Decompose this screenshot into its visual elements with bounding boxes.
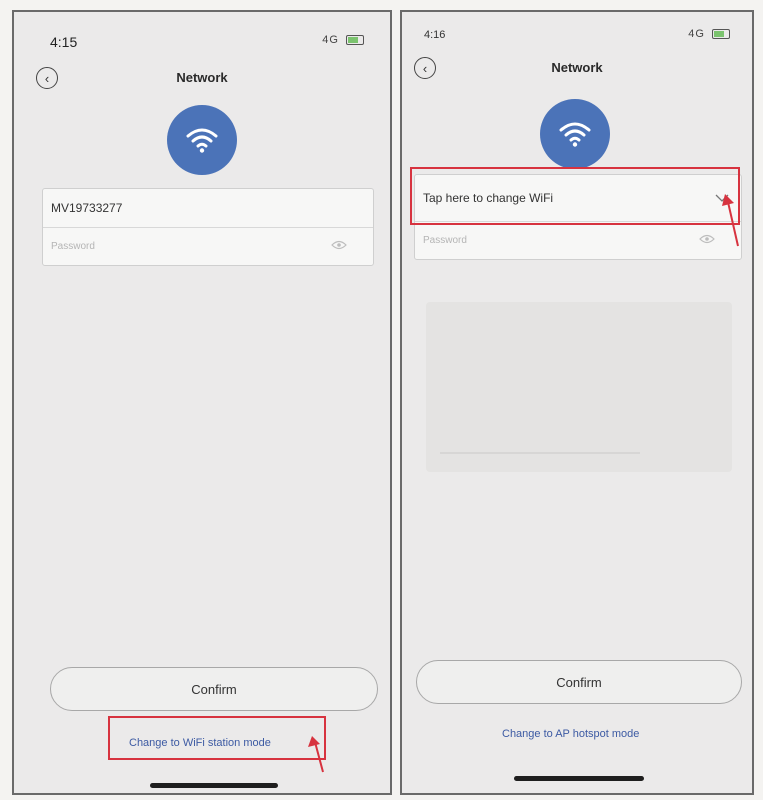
wifi-icon <box>559 122 591 147</box>
status-time: 4:15 <box>50 34 78 50</box>
confirm-button[interactable]: Confirm <box>416 660 742 704</box>
background-panel <box>426 302 732 472</box>
change-mode-link[interactable]: Change to WiFi station mode <box>129 737 271 749</box>
eye-icon[interactable] <box>699 234 715 244</box>
battery-icon <box>346 35 364 46</box>
wifi-icon <box>186 128 218 153</box>
highlight-box <box>410 167 740 225</box>
status-bar: 4:15 4G <box>14 12 390 56</box>
battery-icon <box>712 29 730 40</box>
network-form: MV19733277 Password <box>42 188 374 266</box>
ssid-field[interactable]: MV19733277 <box>43 189 373 228</box>
home-indicator <box>514 776 644 781</box>
page-title: Network <box>551 60 603 75</box>
home-indicator <box>150 783 278 788</box>
change-mode-link[interactable]: Change to AP hotspot mode <box>502 728 639 740</box>
password-placeholder: Password <box>51 240 95 252</box>
annotation-arrow <box>308 736 324 773</box>
status-signal: 4G <box>688 28 730 40</box>
ssid-value: MV19733277 <box>51 201 123 215</box>
page-title: Network <box>176 70 228 85</box>
wifi-badge <box>540 99 610 169</box>
phone-screen-left: 4:15 4G ‹ Network MV19733277 Password Co… <box>12 10 392 795</box>
phone-screen-right: 4:16 4G ‹ Network Tap here to change WiF… <box>400 10 754 795</box>
password-field[interactable]: Password <box>415 221 741 259</box>
password-field[interactable]: Password <box>43 227 373 265</box>
wifi-badge <box>167 105 237 175</box>
signal-text: 4G <box>322 34 339 46</box>
status-signal: 4G <box>322 34 364 46</box>
signal-text: 4G <box>688 28 705 40</box>
password-placeholder: Password <box>423 234 467 246</box>
confirm-button[interactable]: Confirm <box>50 667 378 711</box>
status-time: 4:16 <box>424 29 446 41</box>
status-bar: 4:16 4G <box>402 12 752 56</box>
eye-icon[interactable] <box>331 240 347 250</box>
divider <box>440 452 640 454</box>
annotation-arrow <box>722 194 739 247</box>
